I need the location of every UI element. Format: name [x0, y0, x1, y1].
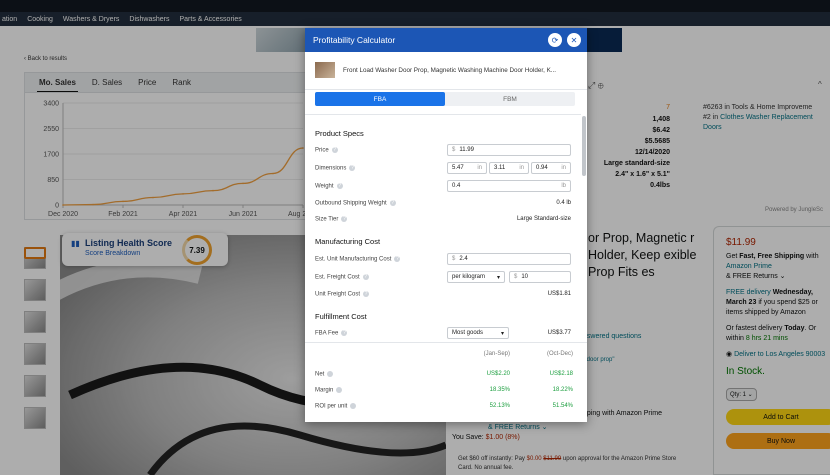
currency-prefix: $ — [514, 274, 518, 280]
length-value: 5.47 — [452, 165, 464, 171]
width-input[interactable]: 3.11 in — [489, 162, 529, 174]
currency-prefix: $ — [452, 147, 456, 153]
price-label-text: Price — [315, 147, 329, 154]
fba-fee-value: US$3.77 — [547, 330, 571, 336]
unit-suffix: in — [477, 165, 482, 171]
scrollbar[interactable] — [582, 116, 586, 176]
help-icon[interactable]: ? — [341, 216, 348, 222]
margin-oct-dec: 18.22% — [552, 387, 573, 393]
product-thumbnail — [315, 62, 335, 78]
unit-suffix: lb — [561, 183, 566, 189]
unit-suffix: in — [519, 165, 524, 171]
roi-label-text: ROI per unit — [315, 403, 348, 410]
length-input[interactable]: 5.47 in — [447, 162, 487, 174]
weight-input[interactable]: 0.4 lb — [447, 180, 571, 192]
weight-label: Weight? — [315, 183, 343, 190]
tab-fbm[interactable]: FBM — [445, 92, 575, 106]
calculator-title: Profitability Calculator — [313, 35, 396, 45]
calculator-product-name: Front Load Washer Door Prop, Magnetic Wa… — [343, 67, 557, 74]
unit-freight-label-text: Unit Freight Cost — [315, 291, 361, 298]
calculator-results: (Jan-Sep) (Oct-Dec) Net US$2.20 US$2.18 … — [305, 342, 587, 422]
margin-label-text: Margin — [315, 387, 334, 394]
help-icon[interactable]: ? — [331, 147, 338, 153]
price-label: Price? — [315, 147, 338, 154]
fba-fee-label-text: FBA Fee — [315, 330, 339, 337]
weight-label-text: Weight — [315, 183, 334, 190]
dimensions-label: Dimensions? — [315, 165, 356, 172]
net-label-text: Net — [315, 371, 325, 378]
freight-cost-label-text: Est. Freight Cost — [315, 274, 360, 281]
profitability-calculator: Profitability Calculator ⟳ ✕ Front Load … — [305, 28, 587, 422]
price-value: 11.99 — [459, 147, 474, 153]
refresh-icon[interactable]: ⟳ — [548, 33, 562, 47]
help-icon[interactable]: ? — [349, 165, 356, 171]
freight-cost-input[interactable]: $10 — [509, 271, 571, 283]
help-icon[interactable] — [336, 387, 343, 393]
calculator-body: Product Specs Price? $11.99 Dimensions? … — [305, 114, 581, 342]
freight-unit-value: per kilogram — [452, 274, 486, 280]
net-label: Net — [315, 371, 334, 378]
margin-jan-sep: 18.35% — [489, 387, 510, 393]
freight-cost-label: Est. Freight Cost? — [315, 274, 369, 281]
manufacturing-cost-title: Manufacturing Cost — [315, 237, 381, 246]
close-icon[interactable]: ✕ — [567, 33, 581, 47]
outbound-label-text: Outbound Shipping Weight — [315, 200, 387, 207]
tab-fba[interactable]: FBA — [315, 92, 445, 106]
unit-cost-input[interactable]: $2.4 — [447, 253, 571, 265]
size-tier-label: Size Tier? — [315, 216, 348, 223]
roi-jan-sep: 52.13% — [489, 403, 510, 409]
help-icon[interactable] — [350, 403, 357, 409]
unit-cost-label: Est. Unit Manufacturing Cost? — [315, 256, 401, 263]
fulfillment-toggle: FBA FBM — [315, 92, 575, 106]
net-oct-dec: US$2.18 — [549, 371, 573, 377]
unit-freight-label: Unit Freight Cost? — [315, 291, 370, 298]
help-icon[interactable]: ? — [389, 200, 396, 206]
width-value: 3.11 — [494, 165, 506, 171]
fba-fee-option: Most goods — [452, 330, 484, 336]
fulfillment-cost-title: Fulfillment Cost — [315, 312, 367, 321]
help-icon[interactable]: ? — [363, 291, 370, 297]
help-icon[interactable]: ? — [394, 256, 401, 262]
col-jan-sep: (Jan-Sep) — [483, 351, 510, 357]
height-value: 0.94 — [536, 165, 548, 171]
roi-oct-dec: 51.54% — [552, 403, 573, 409]
col-oct-dec: (Oct-Dec) — [547, 351, 573, 357]
size-tier-label-text: Size Tier — [315, 216, 339, 223]
price-input[interactable]: $11.99 — [447, 144, 571, 156]
calculator-header: Profitability Calculator ⟳ ✕ — [305, 28, 587, 52]
roi-label: ROI per unit — [315, 403, 357, 410]
unit-cost-label-text: Est. Unit Manufacturing Cost — [315, 256, 392, 263]
outbound-label: Outbound Shipping Weight? — [315, 200, 396, 207]
weight-value: 0.4 — [452, 183, 461, 189]
currency-prefix: $ — [452, 256, 456, 262]
unit-cost-value: 2.4 — [459, 256, 468, 262]
product-specs-title: Product Specs — [315, 129, 364, 138]
unit-freight-value: US$1.81 — [547, 291, 571, 297]
freight-cost-value: 10 — [521, 274, 529, 280]
fba-fee-select[interactable]: Most goods ▾ — [447, 327, 509, 339]
size-tier-value: Large Standard-size — [516, 216, 571, 222]
net-jan-sep: US$2.20 — [486, 371, 510, 377]
help-icon[interactable]: ? — [341, 330, 348, 336]
help-icon[interactable] — [327, 371, 334, 377]
freight-unit-select[interactable]: per kilogram ▾ — [447, 271, 505, 283]
chevron-down-icon: ▾ — [500, 330, 504, 337]
help-icon[interactable]: ? — [336, 183, 343, 189]
height-input[interactable]: 0.94 in — [531, 162, 571, 174]
help-icon[interactable]: ? — [362, 274, 369, 280]
fba-fee-label: FBA Fee? — [315, 330, 348, 337]
dimensions-label-text: Dimensions — [315, 165, 347, 172]
calculator-product: Front Load Washer Door Prop, Magnetic Wa… — [305, 52, 587, 90]
chevron-down-icon: ▾ — [496, 274, 500, 281]
outbound-value: 0.4 lb — [556, 200, 571, 206]
unit-suffix: in — [561, 165, 566, 171]
margin-label: Margin — [315, 387, 343, 394]
